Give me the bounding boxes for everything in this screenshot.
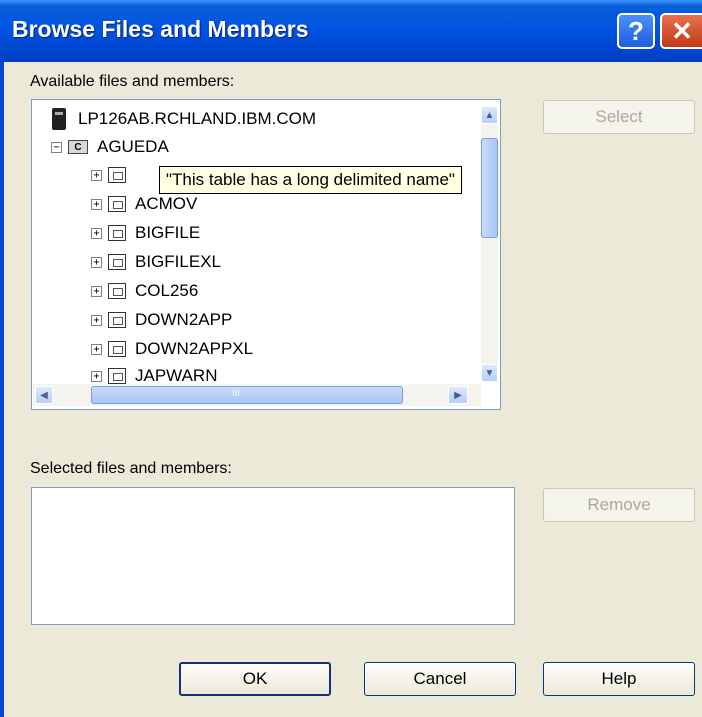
window-title: Browse Files and Members [12,16,309,42]
tree-node-file[interactable]: + ACMOV [91,191,197,217]
chevron-right-icon: ▶ [454,389,462,401]
library-icon: C [68,140,88,154]
grip-icon: III [232,388,240,398]
expand-icon[interactable]: + [91,256,102,268]
system-name: LP126AB.RCHLAND.IBM.COM [78,109,317,128]
tree-node-long-name[interactable]: + [91,162,135,188]
expand-icon[interactable]: + [91,198,102,210]
tree-node-file[interactable]: + DOWN2APP [91,307,232,333]
file-name: DOWN2APP [135,310,233,329]
file-icon [108,283,126,299]
file-name: DOWN2APPXL [135,339,254,358]
tree-node-system[interactable]: LP126AB.RCHLAND.IBM.COM [52,106,316,132]
expand-icon[interactable]: + [91,227,102,239]
tree-node-library[interactable]: − C AGUEDA [51,134,169,160]
tree-node-file[interactable]: + COL256 [91,278,198,304]
scroll-right-button[interactable]: ▶ [448,386,468,404]
select-button[interactable]: Select [543,100,695,134]
file-icon [108,368,126,384]
help-button[interactable]: Help [543,662,695,696]
file-icon [108,254,126,270]
collapse-icon[interactable]: − [51,141,62,153]
file-name: JAPWARN [135,366,218,385]
tooltip: "This table has a long delimited name" [159,166,462,194]
help-title-button[interactable]: ? [617,13,655,49]
chevron-down-icon: ▼ [484,367,495,379]
chevron-left-icon: ◀ [40,389,48,401]
selected-files-list[interactable] [31,487,515,625]
cancel-button[interactable]: Cancel [364,662,516,696]
library-name: AGUEDA [97,137,169,156]
browse-files-dialog: Browse Files and Members ? ✕ Available f… [0,0,702,717]
available-files-tree[interactable]: LP126AB.RCHLAND.IBM.COM − C AGUEDA + + A… [31,99,501,410]
available-files-label: Available files and members: [30,73,235,90]
tree-horizontal-scrollbar[interactable]: ◀ III ▶ [33,384,481,406]
vertical-scroll-thumb[interactable] [481,138,498,238]
close-icon: ✕ [671,15,693,46]
file-icon [108,167,126,183]
expand-icon[interactable]: + [91,169,102,181]
question-icon: ? [628,15,644,46]
expand-icon[interactable]: + [91,343,102,355]
scroll-left-button[interactable]: ◀ [35,386,53,404]
file-name: BIGFILEXL [135,252,221,271]
tree-node-file[interactable]: + BIGFILEXL [91,249,221,275]
close-button[interactable]: ✕ [660,13,702,49]
file-icon [108,196,126,212]
scroll-up-button[interactable]: ▲ [481,106,498,124]
file-icon [108,225,126,241]
remove-button[interactable]: Remove [543,488,695,522]
chevron-up-icon: ▲ [484,109,495,121]
selected-files-label: Selected files and members: [30,460,232,477]
horizontal-scroll-thumb[interactable]: III [91,386,403,404]
tree-vertical-scrollbar[interactable]: ▲ ▼ [481,106,498,382]
title-bar[interactable]: Browse Files and Members ? ✕ [0,0,702,62]
system-icon [52,108,66,130]
tree-node-file[interactable]: + DOWN2APPXL [91,336,253,362]
file-icon [108,341,126,357]
scroll-down-button[interactable]: ▼ [481,364,498,382]
expand-icon[interactable]: + [91,370,102,382]
file-icon [108,312,126,328]
ok-button[interactable]: OK [179,662,331,696]
tree-node-file[interactable]: + BIGFILE [91,220,200,246]
expand-icon[interactable]: + [91,285,102,297]
file-name: ACMOV [135,194,198,213]
expand-icon[interactable]: + [91,314,102,326]
file-name: COL256 [135,281,199,300]
file-name: BIGFILE [135,223,201,242]
